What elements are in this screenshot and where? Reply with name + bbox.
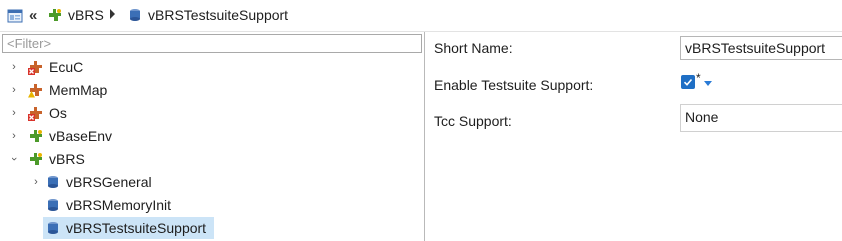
tree-item-label: EcuC bbox=[49, 59, 84, 75]
container-icon bbox=[45, 174, 61, 190]
tree-item-vbrsgeneral[interactable]: › vBRSGeneral bbox=[30, 171, 152, 193]
enable-testsuite-control: * bbox=[681, 71, 712, 89]
breadcrumb-label: vBRS bbox=[68, 7, 104, 23]
tree-item-os[interactable]: › Os bbox=[8, 102, 67, 124]
tree-item-ecuc[interactable]: › EcuC bbox=[8, 56, 83, 78]
module-error-icon bbox=[28, 59, 44, 75]
double-chevron-left-icon[interactable]: « bbox=[29, 7, 37, 24]
window-icon[interactable] bbox=[7, 8, 23, 24]
chevron-right-icon[interactable]: › bbox=[8, 107, 20, 119]
tree-item-vbrsmemoryinit[interactable]: vBRSMemoryInit bbox=[45, 194, 171, 216]
tree-item-label: vBRS bbox=[49, 151, 85, 167]
tree-item-label: vBRSMemoryInit bbox=[66, 197, 172, 213]
tcc-support-value: None bbox=[685, 109, 719, 125]
properties-panel: Short Name: Enable Testsuite Support: * … bbox=[425, 32, 842, 241]
module-warning-icon bbox=[28, 82, 44, 98]
module-icon bbox=[28, 151, 44, 167]
tree-item-vbaseenv[interactable]: › vBaseEnv bbox=[8, 125, 112, 147]
tree-panel: › EcuC › MemMap › bbox=[0, 32, 425, 241]
enable-testsuite-label: Enable Testsuite Support: bbox=[434, 77, 594, 93]
tree-item-label: Os bbox=[49, 105, 67, 121]
modified-marker: * bbox=[696, 71, 701, 85]
tree-item-label: vBaseEnv bbox=[49, 128, 113, 144]
tcc-support-select[interactable]: None bbox=[680, 104, 842, 132]
chevron-down-icon[interactable]: › bbox=[8, 153, 20, 165]
chevron-right-icon[interactable] bbox=[110, 9, 115, 19]
tcc-support-label: Tcc Support: bbox=[434, 113, 512, 129]
tree-item-label: vBRSTestsuiteSupport bbox=[66, 220, 207, 236]
container-icon bbox=[45, 220, 61, 236]
chevron-right-icon[interactable]: › bbox=[8, 84, 20, 96]
module-error-icon bbox=[28, 105, 44, 121]
tree-item-vbrstestsuitesupport[interactable]: vBRSTestsuiteSupport bbox=[43, 217, 214, 239]
short-name-field[interactable] bbox=[680, 36, 842, 60]
short-name-label: Short Name: bbox=[434, 40, 513, 56]
container-icon bbox=[45, 197, 61, 213]
enable-testsuite-checkbox[interactable] bbox=[681, 75, 695, 89]
tree-item-label: MemMap bbox=[49, 82, 108, 98]
checkmark-icon bbox=[683, 78, 693, 86]
breadcrumb: « vBRS vBRSTestsuiteSupport bbox=[0, 0, 842, 32]
breadcrumb-item-testsuite[interactable]: vBRSTestsuiteSupport bbox=[127, 7, 288, 23]
tree-item-label: vBRSGeneral bbox=[66, 174, 152, 190]
breadcrumb-item-vbrs[interactable]: vBRS bbox=[47, 7, 104, 23]
module-icon bbox=[28, 128, 44, 144]
chevron-right-icon[interactable]: › bbox=[8, 130, 20, 142]
tree-item-memmap[interactable]: › MemMap bbox=[8, 79, 107, 101]
dropdown-caret-icon[interactable] bbox=[703, 81, 712, 86]
chevron-right-icon[interactable]: › bbox=[8, 61, 20, 73]
module-icon bbox=[47, 7, 63, 23]
container-icon bbox=[127, 7, 143, 23]
breadcrumb-label: vBRSTestsuiteSupport bbox=[148, 7, 289, 23]
filter-input[interactable] bbox=[2, 34, 422, 53]
chevron-right-icon[interactable]: › bbox=[30, 176, 42, 188]
tree-item-vbrs[interactable]: › vBRS bbox=[8, 148, 85, 170]
